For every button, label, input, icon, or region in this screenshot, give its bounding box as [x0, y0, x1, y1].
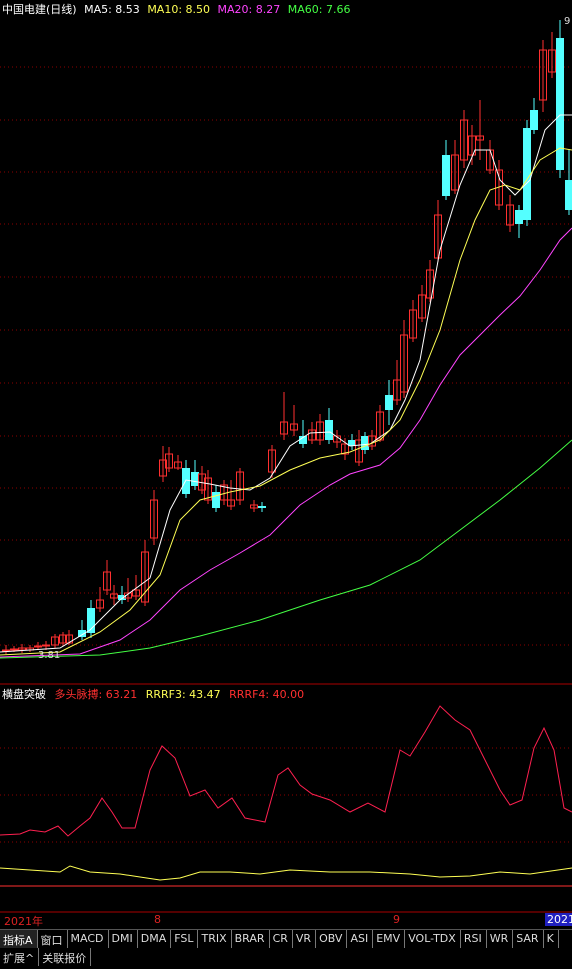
date-axis: 2021年 8 9 2021 — [0, 913, 572, 928]
candle-body — [325, 420, 333, 440]
candle-body — [565, 180, 572, 210]
tab-trix[interactable]: TRIX — [198, 930, 232, 948]
candle-body — [34, 645, 42, 648]
tab-dma[interactable]: DMA — [138, 930, 172, 948]
tab-brar[interactable]: BRAR — [232, 930, 270, 948]
pulse-line — [0, 705, 572, 837]
candle-body — [523, 128, 531, 220]
candle-body — [2, 649, 10, 652]
candle-body — [515, 210, 523, 224]
tab-rsi[interactable]: RSI — [461, 930, 487, 948]
candle-body — [258, 506, 266, 508]
tab-window[interactable]: 窗口 — [38, 930, 68, 948]
date-year: 2021年 — [4, 915, 43, 928]
tab-indicator-a[interactable]: 指标A — [0, 930, 38, 948]
stock-name: 中国电建(日线) — [2, 3, 77, 16]
date-aug: 8 — [154, 913, 161, 926]
candle-body — [191, 472, 199, 486]
tab-obv[interactable]: OBV — [316, 930, 348, 948]
tab-k[interactable]: K — [544, 930, 559, 948]
extension-tabs: 扩展^ 关联报价 — [0, 948, 92, 966]
tab-asi[interactable]: ASI — [347, 930, 374, 948]
candle-body — [10, 648, 18, 651]
candle-body — [530, 110, 538, 130]
tab-sar[interactable]: SAR — [513, 930, 544, 948]
ma5-line — [0, 114, 572, 653]
main-legend: 中国电建(日线) MA5: 8.53 MA10: 8.50 MA20: 8.27… — [2, 1, 354, 17]
tab-vr[interactable]: VR — [293, 930, 317, 948]
ma20-line — [0, 227, 572, 658]
candle-body — [42, 644, 50, 647]
low-price-label: 3.81 — [38, 650, 61, 661]
date-right: 2021 — [545, 913, 572, 926]
indicator-tabs: 指标A 窗口 MACD DMI DMA FSL TRIX BRAR CR VR … — [0, 929, 572, 948]
tab-macd[interactable]: MACD — [68, 930, 109, 948]
sub-title: 横盘突破 — [2, 688, 46, 701]
moving-averages — [0, 114, 572, 659]
ma20-label: MA20: 8.27 — [217, 3, 281, 16]
candlesticks — [2, 20, 572, 654]
pulse-label: 多头脉搏: 63.21 — [54, 688, 138, 701]
ma60-label: MA60: 7.66 — [287, 3, 351, 16]
tab-related-quotes[interactable]: 关联报价 — [39, 948, 92, 966]
tab-cr[interactable]: CR — [270, 930, 293, 948]
tab-extend[interactable]: 扩展^ — [0, 948, 40, 966]
sub-legend: 横盘突破 多头脉搏: 63.21 RRRF3: 43.47 RRRF4: 40.… — [2, 686, 309, 702]
tab-vol-tdx[interactable]: VOL-TDX — [405, 930, 461, 948]
ma5-label: MA5: 8.53 — [84, 3, 140, 16]
tab-emv[interactable]: EMV — [373, 930, 406, 948]
ma10-line — [0, 147, 572, 656]
ma10-label: MA10: 8.50 — [147, 3, 211, 16]
oscillator-panel — [0, 705, 572, 881]
price-grid — [0, 66, 572, 913]
rrrf4-label: RRRF4: 40.00 — [229, 688, 305, 701]
tab-wr[interactable]: WR — [487, 930, 514, 948]
tab-fsl[interactable]: FSL — [171, 930, 199, 948]
kline-chart[interactable] — [0, 0, 572, 969]
rrrf3-label: RRRF3: 43.47 — [145, 688, 221, 701]
candle-body — [212, 492, 220, 508]
ma60-line — [0, 439, 572, 659]
candle-body — [385, 395, 393, 410]
candle-body — [442, 155, 450, 196]
rrrf3-line — [0, 865, 572, 881]
candle-body — [361, 436, 369, 450]
date-sep: 9 — [393, 913, 400, 926]
tab-dmi[interactable]: DMI — [109, 930, 138, 948]
high-price-label: 9 — [564, 16, 571, 27]
